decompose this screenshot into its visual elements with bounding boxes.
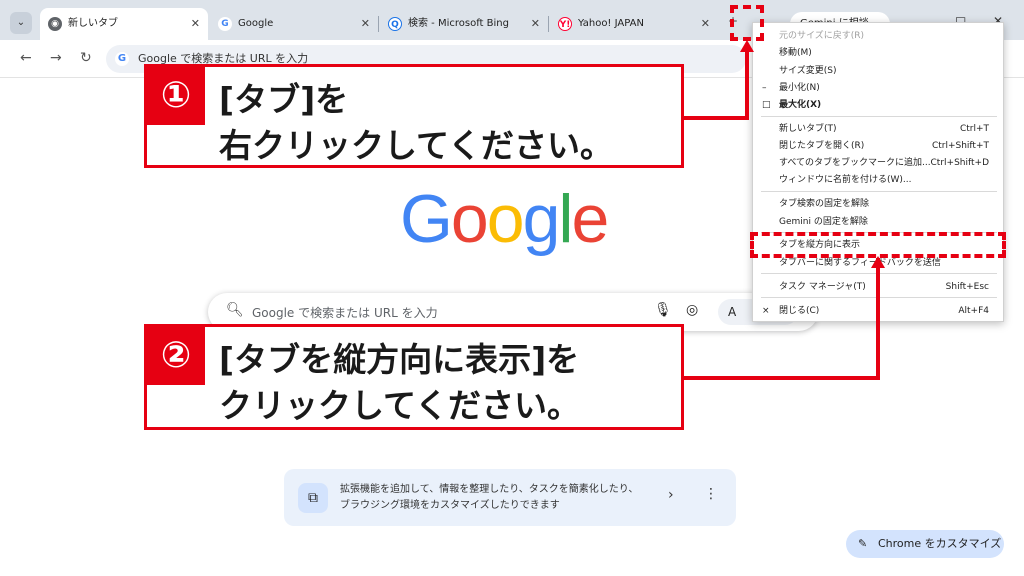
bing-icon: Q (388, 17, 402, 31)
menu-mark-icon: – (762, 83, 767, 93)
step2-callout: ② [タブを縦方向に表示]を クリックしてください。 (144, 324, 684, 430)
step2-number: ② (147, 327, 205, 385)
tab-divider (548, 16, 549, 32)
menu-item[interactable]: 移動(M) (753, 45, 1003, 62)
chevron-right-icon[interactable]: › (668, 487, 674, 503)
close-icon[interactable]: ✕ (361, 8, 370, 40)
customize-chrome-button[interactable]: ✎ Chrome をカスタマイズ (846, 530, 1004, 558)
menu-item-label: タブバーに関するフィードバックを送信 (779, 258, 941, 268)
step1-line1: [タブ]を (219, 80, 349, 119)
step2-line1: [タブを縦方向に表示]を (219, 340, 580, 379)
search-icon: 🔍︎ (226, 302, 244, 318)
tab-bing[interactable]: Q 検索 - Microsoft Bing ✕ (380, 8, 548, 40)
menu-item-label: 最小化(N) (779, 83, 820, 93)
customize-label: Chrome をカスタマイズ (878, 537, 1002, 550)
tab-search-button[interactable]: ⌄ (10, 12, 32, 34)
reload-icon[interactable]: ↻ (80, 50, 92, 66)
menu-item-label: タブ検索の固定を解除 (779, 199, 870, 209)
forward-icon[interactable]: → (50, 50, 62, 66)
more-vertical-icon[interactable]: ⋮ (704, 486, 718, 502)
tab-label: 新しいタブ (68, 18, 118, 29)
menu-item-shortcut: Alt+F4 (958, 306, 989, 316)
menu-item[interactable]: 新しいタブ(T) Ctrl+T (753, 121, 1003, 138)
pencil-icon: ✎ (858, 537, 868, 550)
menu-item[interactable]: Gemini の固定を解除 (753, 214, 1003, 231)
menu-item-label: タスク マネージャ(T) (779, 282, 866, 292)
google-icon: G (115, 52, 129, 66)
callout-connector (745, 48, 749, 119)
menu-item-label: 新しいタブ(T) (779, 124, 837, 134)
menu-item-label: すべてのタブをブックマークに追加... (779, 158, 931, 168)
chrome-icon: ◉ (48, 17, 62, 31)
google-lens-icon[interactable]: ◎ (686, 302, 698, 318)
menu-item-label: ウィンドウに名前を付ける(W)... (779, 175, 912, 185)
google-logo: Google (400, 181, 609, 257)
close-icon[interactable]: ✕ (701, 8, 710, 40)
menu-separator (761, 116, 997, 117)
menu-separator (761, 191, 997, 192)
step1-callout: ① [タブ]を 右クリックしてください。 (144, 64, 684, 168)
extensions-promo-chip[interactable]: ⧉ 拡張機能を追加して、情報を整理したり、タスクを簡素化したり、ブラウジング環境… (284, 469, 736, 526)
microphone-icon[interactable]: 🎙︎ (654, 302, 672, 318)
menu-item-label: Gemini の固定を解除 (779, 217, 868, 227)
menu-item-label: サイズ変更(S) (779, 66, 837, 76)
menu-item-label: 移動(M) (779, 48, 812, 58)
tab-label: Yahoo! JAPAN (578, 18, 644, 29)
highlight-vertical-tabs-item (750, 232, 1006, 258)
tab-divider (378, 16, 379, 32)
menu-item[interactable]: タブ検索の固定を解除 (753, 196, 1003, 213)
step2-line2: クリックしてください。 (219, 386, 581, 425)
search-placeholder: Google で検索または URL を入力 (252, 306, 438, 320)
menu-mark-icon: □ (762, 100, 771, 110)
menu-item-shortcut: Ctrl+Shift+T (931, 141, 989, 151)
menu-item-shortcut: Ctrl+T (959, 124, 989, 134)
yahoo-icon: Y! (558, 17, 572, 31)
menu-mark-icon: × (762, 306, 770, 316)
menu-item-label: 閉じたタブを開く(R) (779, 141, 865, 151)
tab-label: 検索 - Microsoft Bing (408, 18, 509, 29)
menu-item: 元のサイズに戻す(R) (753, 28, 1003, 45)
menu-item-label: 元のサイズに戻す(R) (779, 31, 865, 41)
tab-google[interactable]: G Google ✕ (210, 8, 378, 40)
arrow-up-icon (871, 256, 885, 268)
tab-new-tab[interactable]: ◉ 新しいタブ ✕ (40, 8, 208, 40)
tab-label: Google (238, 18, 274, 29)
menu-item-shortcut: Ctrl+Shift+D (930, 158, 989, 168)
highlight-tab-area (730, 5, 764, 41)
callout-connector (682, 376, 880, 380)
google-icon: G (218, 17, 232, 31)
menu-item[interactable]: すべてのタブをブックマークに追加... Ctrl+Shift+D (753, 155, 1003, 172)
step1-line2: 右クリックしてください。 (219, 126, 614, 165)
menu-item-label: 最大化(X) (779, 100, 822, 110)
menu-item-shortcut: Shift+Esc (945, 282, 989, 292)
puzzle-icon: ⧉ (298, 483, 328, 513)
close-icon[interactable]: ✕ (531, 8, 540, 40)
menu-item[interactable]: □ 最大化(X) (753, 97, 1003, 114)
menu-item[interactable]: 閉じたタブを開く(R) Ctrl+Shift+T (753, 138, 1003, 155)
chevron-down-icon: ⌄ (16, 17, 26, 28)
step1-number: ① (147, 67, 205, 125)
tab-yahoo[interactable]: Y! Yahoo! JAPAN ✕ (550, 8, 718, 40)
close-icon[interactable]: ✕ (191, 8, 200, 40)
callout-connector (682, 116, 749, 120)
menu-item[interactable]: サイズ変更(S) (753, 63, 1003, 80)
arrow-up-icon (740, 40, 754, 52)
menu-item[interactable]: ウィンドウに名前を付ける(W)... (753, 172, 1003, 189)
back-icon[interactable]: ← (20, 50, 32, 66)
menu-item-label: 閉じる(C) (779, 306, 820, 316)
menu-item[interactable]: – 最小化(N) (753, 80, 1003, 97)
callout-connector (876, 258, 880, 379)
promo-text: 拡張機能を追加して、情報を整理したり、タスクを簡素化したり、ブラウジング環境をカ… (340, 484, 639, 511)
